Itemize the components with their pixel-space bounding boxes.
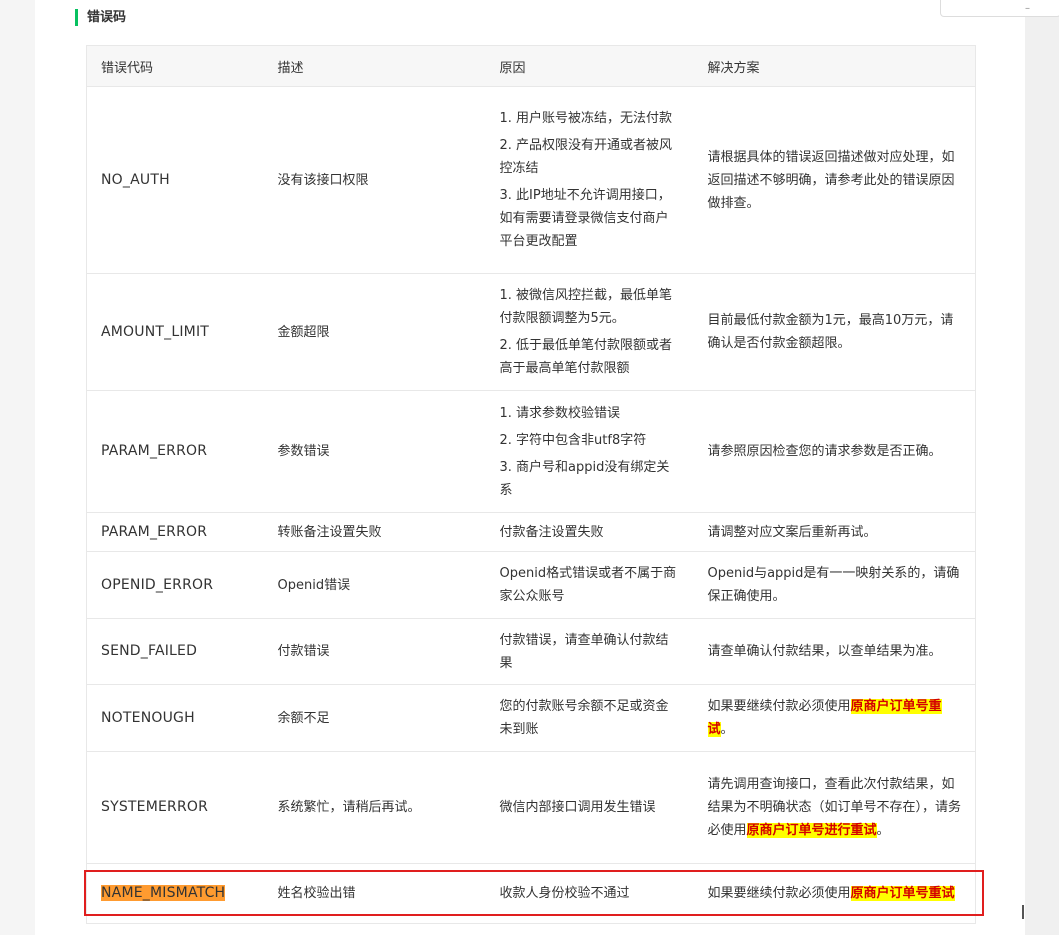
description-cell: 系统繁忙，请稍后再试。 [263, 751, 486, 864]
error-code[interactable]: NOTENOUGH [101, 710, 195, 726]
error-code[interactable]: AMOUNT_LIMIT [101, 324, 209, 340]
solution-cell: Openid与appid是有一一映射关系的，请确保正确使用。 [693, 551, 976, 619]
error-code-cell: AMOUNT_LIMIT [86, 273, 264, 391]
reason-cell: 1. 被微信风控拦截，最低单笔付款限额调整为5元。 2. 低于最低单笔付款限额或者… [485, 273, 694, 391]
description-cell: 参数错误 [263, 390, 486, 513]
table-row: SYSTEMERROR 系统繁忙，请稍后再试。 微信内部接口调用发生错误 请先调用查询… [86, 751, 976, 864]
col-header-desc: 描述 [263, 45, 486, 87]
col-header-solution: 解决方案 [693, 45, 976, 87]
reason-cell: 1. 请求参数校验错误 2. 字符中包含非utf8字符 3. 商户号和appid没有… [485, 390, 694, 513]
annotation-highlight-box [84, 870, 984, 916]
reason-line: 付款错误，请查单确认付款结果 [499, 632, 669, 671]
error-code[interactable]: OPENID_ERROR [101, 577, 213, 593]
solution-text: 目前最低付款金额为1元，最高10万元，请确认是否付款金额超限。 [707, 313, 954, 351]
solution-text: 。 [720, 722, 734, 737]
solution-cell: 请调整对应文案后重新再试。 [693, 512, 976, 552]
highlighted-text: 原商户订单号进行重试 [746, 823, 877, 838]
error-code-cell: PARAM_ERROR [86, 512, 264, 552]
table-row: SEND_FAILED 付款错误 付款错误，请查单确认付款结果 请查单确认付款结果，以… [86, 618, 976, 685]
error-code-cell: NOTENOUGH [86, 684, 264, 752]
table-row: NOTENOUGH 余额不足 您的付款账号余额不足或资金未到账 如果要继续付款必须使用… [86, 684, 976, 752]
reason-line: 2. 字符中包含非utf8字符 [499, 432, 647, 448]
description-cell: 余额不足 [263, 684, 486, 752]
table-row: OPENID_ERROR Openid错误 Openid格式错误或者不属于商家公众账… [86, 551, 976, 619]
text-cursor [1022, 905, 1024, 919]
error-code-table: 错误代码 描述 原因 解决方案 NO_AUTH 没有该接口权限 1. 用户账号被冻结… [86, 45, 976, 924]
solution-cell: 请先调用查询接口，查看此次付款结果，如结果为不明确状态（如订单号不存在），请务必… [693, 751, 976, 864]
solution-cell: 如果要继续付款必须使用原商户订单号重试。 [693, 684, 976, 752]
error-code-cell: PARAM_ERROR [86, 390, 264, 513]
right-gutter [1025, 0, 1059, 935]
col-header-reason: 原因 [485, 45, 694, 87]
table-row: NO_AUTH 没有该接口权限 1. 用户账号被冻结，无法付款 2. 产品权限没有开通… [86, 86, 976, 274]
section-title: 错误码 [75, 9, 126, 26]
error-code[interactable]: SEND_FAILED [101, 643, 197, 659]
solution-text: Openid与appid是有一一映射关系的，请确保正确使用。 [707, 566, 960, 604]
reason-cell: 付款错误，请查单确认付款结果 [485, 618, 694, 685]
reason-line: 1. 被微信风控拦截，最低单笔付款限额调整为5元。 [499, 288, 673, 326]
table-body: NO_AUTH 没有该接口权限 1. 用户账号被冻结，无法付款 2. 产品权限没有开通… [86, 86, 976, 924]
minimize-icon[interactable]: – [1025, 3, 1030, 14]
reason-line: 3. 此IP地址不允许调用接口，如有需要请登录微信支付商户平台更改配置 [499, 188, 671, 249]
reason-line: 1. 请求参数校验错误 [499, 405, 621, 421]
description-cell: 付款错误 [263, 618, 486, 685]
reason-line: 1. 用户账号被冻结，无法付款 [499, 111, 673, 126]
reason-line: 您的付款账号余额不足或资金未到账 [499, 699, 669, 737]
table-header-row: 错误代码 描述 原因 解决方案 [86, 45, 976, 87]
solution-text: 请根据具体的错误返回描述做对应处理，如返回描述不够明确，请参考此处的错误原因做排… [707, 149, 955, 211]
reason-cell: 微信内部接口调用发生错误 [485, 751, 694, 864]
error-code-cell: SEND_FAILED [86, 618, 264, 685]
table-row: PARAM_ERROR 转账备注设置失败 付款备注设置失败 请调整对应文案后重新再试。 [86, 512, 976, 552]
reason-line: Openid格式错误或者不属于商家公众账号 [499, 566, 677, 604]
description-cell: Openid错误 [263, 551, 486, 619]
solution-text: 请查单确认付款结果，以查单结果为准。 [707, 644, 942, 659]
reason-line: 2. 低于最低单笔付款限额或者高于最高单笔付款限额 [499, 338, 673, 376]
reason-line: 2. 产品权限没有开通或者被风控冻结 [499, 138, 673, 176]
solution-text: 如果要继续付款必须使用 [707, 699, 851, 714]
col-header-code: 错误代码 [86, 45, 264, 87]
reason-cell: 您的付款账号余额不足或资金未到账 [485, 684, 694, 752]
error-code-cell: NO_AUTH [86, 86, 264, 274]
solution-text: 请调整对应文案后重新再试。 [707, 524, 877, 540]
solution-text: 。 [876, 823, 890, 838]
corner-widget[interactable]: – [940, 0, 1059, 17]
error-code[interactable]: SYSTEMERROR [101, 799, 208, 815]
error-code[interactable]: PARAM_ERROR [101, 524, 207, 540]
solution-cell: 目前最低付款金额为1元，最高10万元，请确认是否付款金额超限。 [693, 273, 976, 391]
solution-cell: 请参照原因检查您的请求参数是否正确。 [693, 390, 976, 513]
error-code[interactable]: PARAM_ERROR [101, 443, 207, 459]
error-code-cell: SYSTEMERROR [86, 751, 264, 864]
reason-cell: Openid格式错误或者不属于商家公众账号 [485, 551, 694, 619]
error-code-cell: OPENID_ERROR [86, 551, 264, 619]
solution-cell: 请查单确认付款结果，以查单结果为准。 [693, 618, 976, 685]
reason-line: 3. 商户号和appid没有绑定关系 [499, 459, 670, 498]
table-row: PARAM_ERROR 参数错误 1. 请求参数校验错误 2. 字符中包含非utf8字… [86, 390, 976, 513]
error-code[interactable]: NO_AUTH [101, 172, 170, 188]
description-cell: 没有该接口权限 [263, 86, 486, 274]
solution-cell: 请根据具体的错误返回描述做对应处理，如返回描述不够明确，请参考此处的错误原因做排… [693, 86, 976, 274]
reason-cell: 1. 用户账号被冻结，无法付款 2. 产品权限没有开通或者被风控冻结 3. 此IP地… [485, 86, 694, 274]
description-cell: 金额超限 [263, 273, 486, 391]
solution-text: 请参照原因检查您的请求参数是否正确。 [707, 444, 942, 459]
reason-line: 付款备注设置失败 [499, 524, 604, 540]
description-cell: 转账备注设置失败 [263, 512, 486, 552]
reason-line: 微信内部接口调用发生错误 [499, 800, 656, 815]
reason-cell: 付款备注设置失败 [485, 512, 694, 552]
table-row: AMOUNT_LIMIT 金额超限 1. 被微信风控拦截，最低单笔付款限额调整为5元… [86, 273, 976, 391]
